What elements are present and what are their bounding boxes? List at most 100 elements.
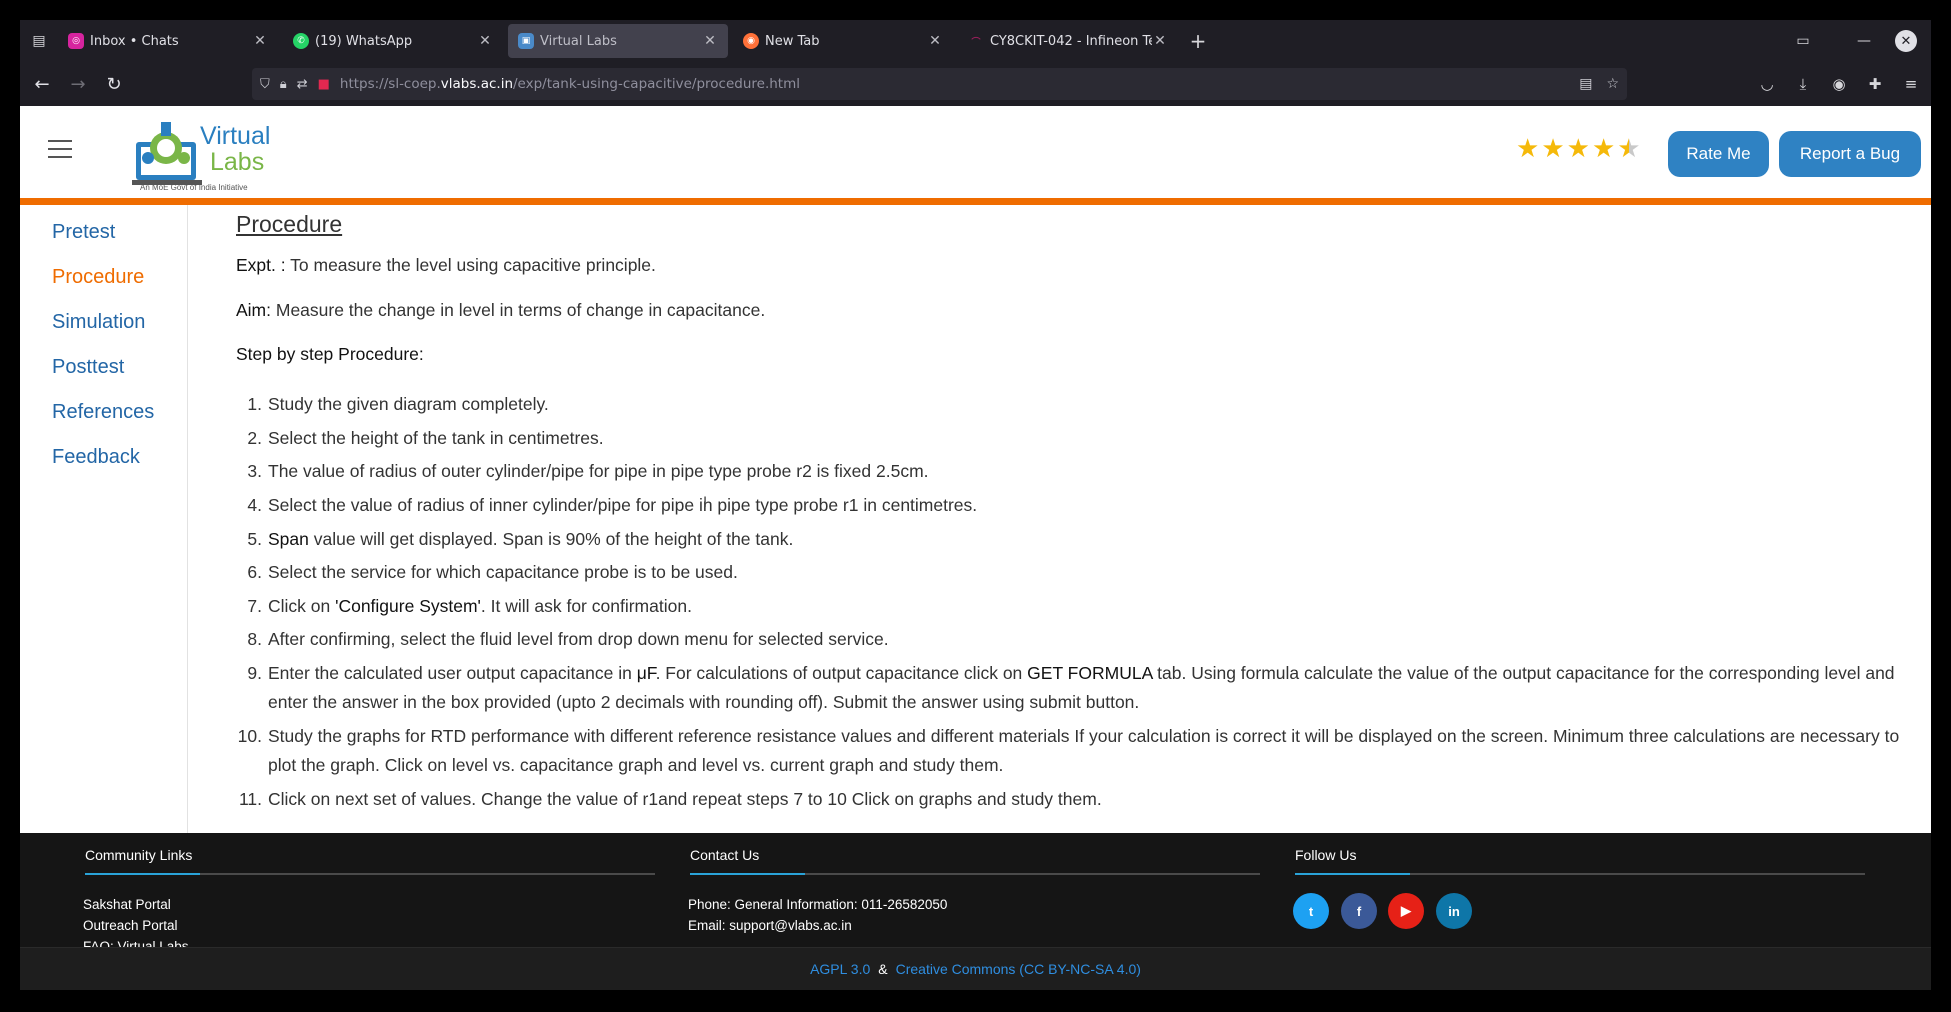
reader-view-icon[interactable]: ▤ [1579, 76, 1592, 92]
tab-new-tab[interactable]: ◉ New Tab ✕ [733, 24, 953, 58]
tab-infineon[interactable]: ⌒ CY8CKIT-042 - Infineon Tech ✕ [958, 24, 1178, 58]
firefox-icon: ◉ [743, 33, 759, 49]
tab-title: New Tab [765, 33, 820, 49]
tab-title: (19) WhatsApp [315, 33, 413, 49]
footer-link-sakshat[interactable]: Sakshat Portal [83, 897, 171, 912]
permissions-icon[interactable]: ⇄ [297, 77, 308, 92]
license-bar: AGPL 3.0 & Creative Commons (CC BY-NC-SA… [20, 947, 1931, 990]
sidebar-item-procedure[interactable]: Procedure [52, 266, 144, 289]
contact-title: Contact Us [690, 847, 760, 863]
close-icon[interactable]: ✕ [1152, 33, 1168, 49]
report-bug-button[interactable]: Report a Bug [1779, 131, 1921, 177]
list-item: 1. Study the given diagram completely. [247, 394, 549, 414]
hamburger-menu-icon[interactable] [48, 140, 72, 158]
virtual-labs-icon: ▣ [518, 33, 534, 49]
rate-me-button[interactable]: Rate Me [1668, 131, 1769, 177]
agpl-link[interactable]: AGPL 3.0 [810, 961, 870, 977]
address-bar[interactable]: ⛉ 🔒︎ ⇄ ■ https://sl-coep.vlabs.ac.in/exp… [252, 68, 1627, 100]
sidebar-item-simulation[interactable]: Simulation [52, 311, 145, 334]
list-item: 10. Study the graphs for RTD performance … [237, 726, 1900, 775]
star-icon: ★ [1516, 134, 1540, 164]
sidebar-item-references[interactable]: References [52, 401, 154, 424]
web-page: Virtual Labs An MoE Govt of India Initia… [20, 106, 1931, 990]
community-links-title: Community Links [85, 847, 193, 863]
back-button[interactable]: ← [24, 66, 60, 102]
close-window-button[interactable]: ✕ [1889, 20, 1923, 62]
experiment-line: Expt. : To measure the level using capac… [236, 255, 656, 276]
contact-phone: Phone: General Information: 011-26582050 [688, 897, 948, 912]
site-footer: Community Links Sakshat Portal Outreach … [20, 833, 1931, 990]
blocked-media-icon[interactable]: ■ [318, 77, 330, 92]
logo-flask-icon [132, 122, 202, 185]
list-item: 4. Select the value of radius of inner cy… [247, 495, 978, 515]
instagram-icon: ◎ [68, 33, 84, 49]
steps-heading: Step by step Procedure: [236, 344, 424, 364]
logo-word-labs: Labs [210, 148, 265, 176]
new-tab-button[interactable]: + [1183, 26, 1213, 56]
twitter-icon[interactable]: t [1293, 893, 1329, 929]
close-icon[interactable]: ✕ [252, 33, 268, 49]
tab-title: CY8CKIT-042 - Infineon Tech [990, 33, 1152, 49]
list-item: 8. After confirming, select the fluid lev… [247, 629, 889, 649]
pocket-icon[interactable]: ◡ [1755, 68, 1779, 100]
youtube-icon[interactable]: ▶ [1388, 893, 1424, 929]
list-item: 6. Select the service for which capacitan… [247, 562, 738, 582]
nav-bar: ← → ↻ ⛉ 🔒︎ ⇄ ■ https://sl-coep.vlabs.ac.… [20, 62, 1931, 106]
virtual-labs-logo[interactable]: Virtual Labs An MoE Govt of India Initia… [130, 114, 290, 194]
infineon-icon: ⌒ [971, 37, 981, 48]
list-item: 7. Click on 'Configure System'. It will a… [247, 596, 692, 616]
reload-button[interactable]: ↻ [96, 66, 132, 102]
tab-bar: ▤ ◎ Inbox • Chats ✕ ✆ (19) WhatsApp ✕ ▣ … [20, 20, 1931, 62]
browser-chrome: ▤ ◎ Inbox • Chats ✕ ✆ (19) WhatsApp ✕ ▣ … [20, 20, 1931, 106]
sidebar-item-pretest[interactable]: Pretest [52, 221, 115, 244]
tab-list-icon[interactable]: ▤ [20, 20, 58, 62]
close-icon[interactable]: ✕ [477, 33, 493, 49]
ampersand: & [878, 961, 888, 977]
star-icon: ★ [1541, 134, 1565, 164]
sidebar-item-posttest[interactable]: Posttest [52, 356, 124, 379]
tab-overview-icon[interactable]: ▭ [1786, 20, 1820, 62]
tab-virtual-labs[interactable]: ▣ Virtual Labs ✕ [508, 24, 728, 58]
list-item: 5. Span value will get displayed. Span is… [247, 529, 794, 549]
tab-whatsapp[interactable]: ✆ (19) WhatsApp ✕ [283, 24, 503, 58]
star-icon: ★ [1591, 134, 1616, 164]
tab-title: Virtual Labs [540, 33, 617, 49]
star-icon: ★ [1566, 134, 1590, 164]
whatsapp-icon: ✆ [293, 33, 309, 49]
tab-instagram[interactable]: ◎ Inbox • Chats ✕ [58, 24, 278, 58]
follow-us-title: Follow Us [1295, 847, 1357, 863]
list-item: 3. The value of radius of outer cylinder/… [247, 461, 929, 481]
sidebar-item-feedback[interactable]: Feedback [52, 446, 140, 469]
header-accent-bar [20, 198, 1931, 205]
bookmark-star-icon[interactable]: ☆ [1606, 76, 1619, 92]
extensions-icon[interactable]: ✚ [1863, 68, 1887, 100]
tab-title: Inbox • Chats [90, 33, 179, 49]
shield-icon[interactable]: ⛉ [260, 77, 270, 92]
list-item: 11. Click on next set of values. Change t… [238, 789, 1102, 809]
list-item: 2. Select the height of the tank in centi… [247, 428, 604, 448]
site-header: Virtual Labs An MoE Govt of India Initia… [20, 106, 1931, 198]
expt-label: Expt. : [236, 255, 286, 275]
creative-commons-link[interactable]: Creative Commons (CC BY-NC-SA 4.0) [896, 961, 1141, 977]
forward-button[interactable]: → [60, 66, 96, 102]
close-icon[interactable]: ✕ [702, 33, 718, 49]
footer-link-outreach[interactable]: Outreach Portal [83, 918, 178, 933]
aim-label: Aim: [236, 300, 271, 320]
contact-email[interactable]: Email: support@vlabs.ac.in [688, 918, 852, 933]
menu-icon[interactable]: ≡ [1899, 68, 1923, 100]
expt-text: To measure the level using capacitive pr… [285, 255, 656, 275]
rating-stars[interactable]: ★ ★ ★ ★ ★ [1516, 136, 1641, 162]
close-icon[interactable]: ✕ [927, 33, 943, 49]
download-icon[interactable]: ⤓ [1791, 68, 1815, 100]
aim-line: Aim: Measure the change in level in term… [236, 300, 765, 321]
list-item: 9. Enter the calculated user output capac… [247, 663, 1895, 712]
url-text[interactable]: https://sl-coep.vlabs.ac.in/exp/tank-usi… [340, 76, 800, 92]
facebook-icon[interactable]: f [1341, 893, 1377, 929]
lock-icon[interactable]: 🔒︎ [280, 77, 287, 92]
sidebar: Pretest Procedure Simulation Posttest Re… [20, 205, 188, 833]
linkedin-icon[interactable]: in [1436, 893, 1472, 929]
half-star-icon: ★ [1617, 134, 1641, 164]
logo-word-virtual: Virtual [200, 122, 271, 150]
minimize-button[interactable]: — [1847, 20, 1881, 62]
account-icon[interactable]: ◉ [1827, 68, 1851, 100]
